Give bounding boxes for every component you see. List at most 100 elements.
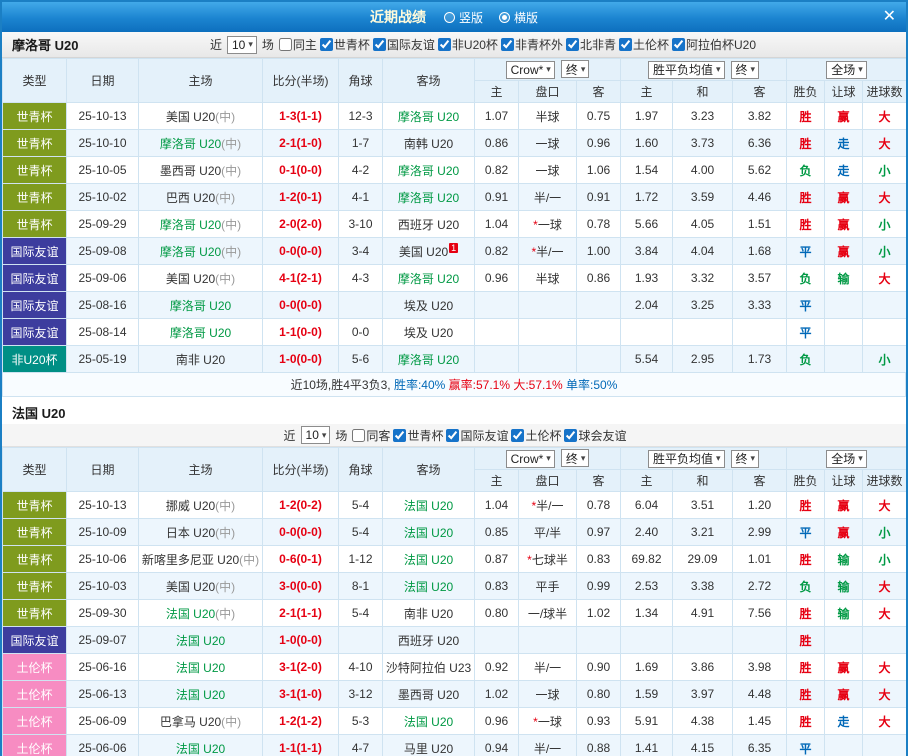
checkbox-input[interactable] bbox=[279, 38, 292, 51]
filter-checkbox-2[interactable]: 国际友谊 bbox=[446, 427, 508, 444]
avg-home: 1.59 bbox=[621, 681, 673, 708]
checkbox-input[interactable] bbox=[393, 429, 406, 442]
checkbox-input[interactable] bbox=[446, 429, 459, 442]
col-date: 日期 bbox=[67, 59, 139, 103]
match-date: 25-10-05 bbox=[67, 157, 139, 184]
filter-checkbox-0[interactable]: 同主 bbox=[279, 36, 317, 53]
team-name-text: 摩洛哥 U20 bbox=[398, 191, 459, 205]
filter-checkbox-1[interactable]: 世青杯 bbox=[320, 36, 370, 53]
filter-checkbox-3[interactable]: 土伦杯 bbox=[511, 427, 561, 444]
avg-draw: 4.91 bbox=[673, 600, 733, 627]
match-date: 25-10-03 bbox=[67, 573, 139, 600]
match-score: 2-1(1-1) bbox=[263, 600, 339, 627]
wdl-final-select[interactable]: 终▾ bbox=[731, 450, 760, 468]
home-team: 摩洛哥 U20(中) bbox=[139, 130, 263, 157]
odds-home: 1.02 bbox=[475, 681, 519, 708]
match-row: 世青杯25-09-30法国 U20(中)2-1(1-1)5-4南非 U200.8… bbox=[3, 600, 907, 627]
away-team: 美国 U201 bbox=[383, 238, 475, 265]
checkbox-input[interactable] bbox=[320, 38, 333, 51]
match-row: 土伦杯25-06-09巴拿马 U20(中)1-2(1-2)5-3法国 U200.… bbox=[3, 708, 907, 735]
radio-horizontal-layout[interactable]: 横版 bbox=[499, 9, 538, 26]
wdl-average-select[interactable]: 胜平负均值▾ bbox=[648, 61, 725, 79]
scope-select[interactable]: 全场▾ bbox=[826, 61, 867, 79]
chevron-down-icon: ▾ bbox=[546, 64, 551, 75]
close-icon[interactable]: ✕ bbox=[883, 9, 896, 25]
match-row: 国际友谊25-09-06美国 U20(中)4-1(2-1)4-3摩洛哥 U200… bbox=[3, 265, 907, 292]
checkbox-input[interactable] bbox=[566, 38, 579, 51]
away-team: 法国 U20 bbox=[383, 492, 475, 519]
checkbox-input[interactable] bbox=[501, 38, 514, 51]
corner-count: 4-2 bbox=[339, 157, 383, 184]
avg-away: 3.98 bbox=[733, 654, 787, 681]
team-name-text: 摩洛哥 U20 bbox=[398, 272, 459, 286]
avg-home: 2.04 bbox=[621, 292, 673, 319]
odds-away: 0.83 bbox=[577, 546, 621, 573]
checkbox-input[interactable] bbox=[438, 38, 451, 51]
odds-final-select[interactable]: 终▾ bbox=[561, 449, 590, 467]
avg-draw: 4.38 bbox=[673, 708, 733, 735]
recent-count-select[interactable]: 10▾ bbox=[301, 426, 331, 444]
checkbox-input[interactable] bbox=[564, 429, 577, 442]
avg-draw: 4.05 bbox=[673, 211, 733, 238]
match-score: 1-2(0-1) bbox=[263, 184, 339, 211]
scope-select[interactable]: 全场▾ bbox=[826, 450, 867, 468]
wdl-average-select[interactable]: 胜平负均值▾ bbox=[648, 450, 725, 468]
home-team: 法国 U20(中) bbox=[139, 600, 263, 627]
filter-checkbox-7[interactable]: 阿拉伯杯U20 bbox=[672, 36, 756, 53]
filter-checkbox-label: 北非青 bbox=[580, 36, 616, 53]
odds-company-select[interactable]: Crow*▾ bbox=[506, 450, 555, 468]
team-name-text: 法国 U20 bbox=[176, 742, 225, 756]
match-date: 25-09-07 bbox=[67, 627, 139, 654]
odds-home: 0.85 bbox=[475, 519, 519, 546]
checkbox-input[interactable] bbox=[352, 429, 365, 442]
filter-checkbox-5[interactable]: 北非青 bbox=[566, 36, 616, 53]
odds-away: 1.00 bbox=[577, 238, 621, 265]
odds-away: 0.97 bbox=[577, 519, 621, 546]
away-team: 沙特阿拉伯 U23 bbox=[383, 654, 475, 681]
wdl-average-select-value: 胜平负均值 bbox=[653, 450, 713, 467]
odds-handicap: 平手 bbox=[519, 573, 577, 600]
filter-checkbox-0[interactable]: 同客 bbox=[352, 427, 390, 444]
filter-checkbox-4[interactable]: 非青杯外 bbox=[501, 36, 563, 53]
filter-checkbox-3[interactable]: 非U20杯 bbox=[438, 36, 498, 53]
avg-home: 5.91 bbox=[621, 708, 673, 735]
match-date: 25-08-16 bbox=[67, 292, 139, 319]
checkbox-input[interactable] bbox=[511, 429, 524, 442]
filter-checkbox-1[interactable]: 世青杯 bbox=[393, 427, 443, 444]
result-goals: 大 bbox=[863, 184, 907, 211]
avg-away: 1.51 bbox=[733, 211, 787, 238]
avg-away: 6.35 bbox=[733, 735, 787, 756]
team-name-text: 马里 U20 bbox=[404, 742, 453, 756]
team-name-text: 摩洛哥 U20 bbox=[160, 245, 221, 259]
col-away: 客场 bbox=[383, 59, 475, 103]
checkbox-input[interactable] bbox=[373, 38, 386, 51]
scope-group-header: 全场▾ bbox=[787, 448, 907, 470]
result-goals bbox=[863, 735, 907, 756]
radio-vertical-layout[interactable]: 竖版 bbox=[444, 9, 483, 26]
odds-final-select[interactable]: 终▾ bbox=[561, 60, 590, 78]
corner-count: 0-0 bbox=[339, 319, 383, 346]
odds-group-header: Crow*▾ 终▾ bbox=[475, 448, 621, 470]
result-goals: 小 bbox=[863, 157, 907, 184]
avg-draw: 3.97 bbox=[673, 681, 733, 708]
odds-final-select-value: 终 bbox=[566, 450, 578, 467]
checkbox-input[interactable] bbox=[672, 38, 685, 51]
checkbox-input[interactable] bbox=[619, 38, 632, 51]
match-score: 1-2(1-2) bbox=[263, 708, 339, 735]
away-team: 法国 U20 bbox=[383, 546, 475, 573]
filter-checkbox-6[interactable]: 土伦杯 bbox=[619, 36, 669, 53]
odds-home: 1.07 bbox=[475, 103, 519, 130]
match-row: 世青杯25-10-05墨西哥 U20(中)0-1(0-0)4-2摩洛哥 U200… bbox=[3, 157, 907, 184]
odds-company-select[interactable]: Crow*▾ bbox=[506, 61, 555, 79]
recent-label: 近 bbox=[210, 36, 222, 53]
match-date: 25-06-16 bbox=[67, 654, 139, 681]
match-date: 25-08-14 bbox=[67, 319, 139, 346]
recent-count-select[interactable]: 10▾ bbox=[227, 36, 257, 54]
col-score: 比分(半场) bbox=[263, 448, 339, 492]
filter-checkbox-4[interactable]: 球会友谊 bbox=[564, 427, 626, 444]
result-outcome: 胜 bbox=[787, 654, 825, 681]
result-outcome: 胜 bbox=[787, 211, 825, 238]
wdl-final-select[interactable]: 终▾ bbox=[731, 61, 760, 79]
filter-checkbox-2[interactable]: 国际友谊 bbox=[373, 36, 435, 53]
match-date: 25-06-09 bbox=[67, 708, 139, 735]
